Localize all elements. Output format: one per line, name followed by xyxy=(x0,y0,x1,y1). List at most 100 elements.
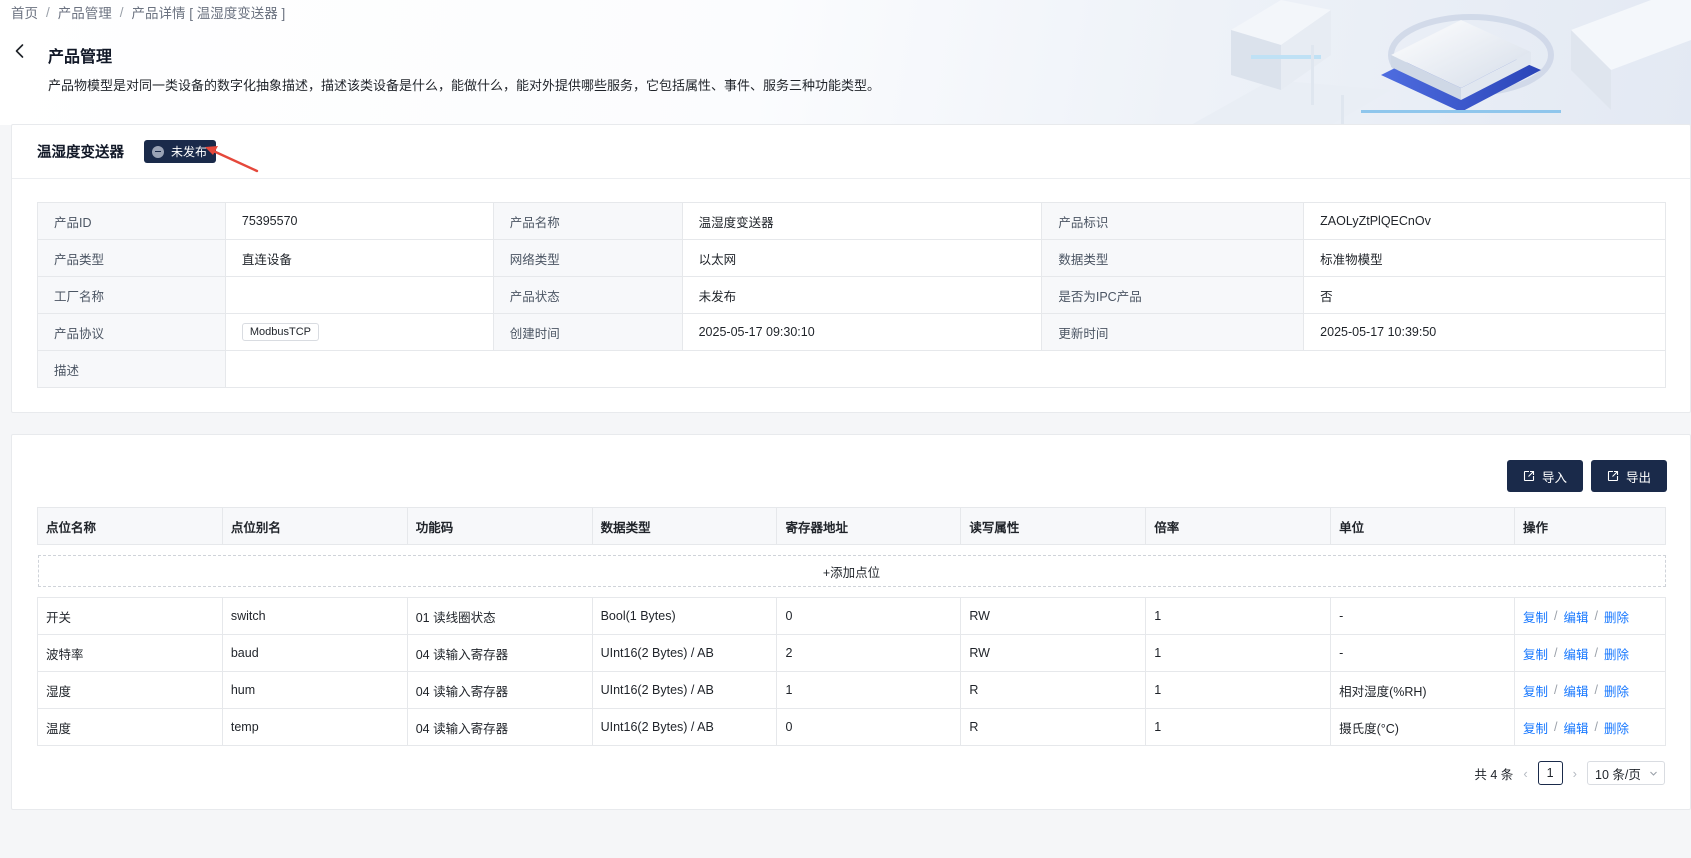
field-label: 产品协议 xyxy=(37,313,226,351)
table-cell: Bool(1 Bytes) xyxy=(591,597,778,635)
field-label: 数据类型 xyxy=(1041,239,1305,277)
protocol-cell: ModbusTCP xyxy=(224,313,494,351)
export-button[interactable]: 导出 xyxy=(1591,460,1667,492)
table-cell: 01 读线圈状态 xyxy=(406,597,593,635)
product-id-value: 75395570 xyxy=(224,202,494,240)
table-cell: switch xyxy=(221,597,408,635)
column-header: 操作 xyxy=(1513,507,1667,545)
action-separator: / xyxy=(1594,609,1598,623)
table-row: 开关 switch 01 读线圈状态 Bool(1 Bytes) 0 RW 1 … xyxy=(37,597,1667,635)
breadcrumb-product-management[interactable]: 产品管理 xyxy=(58,2,112,22)
breadcrumb-separator: / xyxy=(119,4,124,20)
edit-link[interactable]: 编辑 xyxy=(1563,718,1588,737)
external-link-icon xyxy=(1523,470,1535,482)
export-button-label: 导出 xyxy=(1625,470,1651,485)
table-cell: baud xyxy=(221,634,408,672)
column-header: 单位 xyxy=(1330,507,1515,545)
product-info-card: 温湿度变送器 未发布 产品ID 75395570 产品名称 温湿度变送器 产品标… xyxy=(11,124,1691,413)
copy-link[interactable]: 复制 xyxy=(1523,644,1548,663)
table-cell: 1 xyxy=(1145,597,1332,635)
row-actions: 复制 / 编辑 / 删除 xyxy=(1513,708,1667,746)
product-name-title: 温湿度变送器 xyxy=(37,145,124,161)
table-cell: 04 读输入寄存器 xyxy=(406,671,593,709)
table-cell: 04 读输入寄存器 xyxy=(406,708,593,746)
field-label: 是否为IPC产品 xyxy=(1041,276,1305,314)
table-cell: 0 xyxy=(776,708,962,746)
network-type-value: 以太网 xyxy=(681,239,1043,277)
product-state-value: 未发布 xyxy=(681,276,1043,314)
field-label: 产品类型 xyxy=(37,239,226,277)
product-type-value: 直连设备 xyxy=(224,239,494,277)
column-header: 倍率 xyxy=(1145,507,1332,545)
field-label: 更新时间 xyxy=(1041,313,1305,351)
column-header: 点位名称 xyxy=(37,507,223,545)
delete-link[interactable]: 删除 xyxy=(1604,607,1629,626)
action-separator: / xyxy=(1553,683,1558,697)
table-cell: 开关 xyxy=(37,597,223,635)
next-page-icon[interactable]: › xyxy=(1573,766,1577,781)
field-label: 产品标识 xyxy=(1041,202,1305,240)
table-cell: hum xyxy=(221,671,408,709)
copy-link[interactable]: 复制 xyxy=(1523,718,1548,737)
delete-link[interactable]: 删除 xyxy=(1604,718,1629,737)
table-row: 波特率 baud 04 读输入寄存器 UInt16(2 Bytes) / AB … xyxy=(37,634,1667,672)
points-table: 点位名称 点位别名 功能码 数据类型 寄存器地址 读写属性 倍率 单位 操作 +… xyxy=(37,507,1667,746)
row-actions: 复制 / 编辑 / 删除 xyxy=(1513,634,1667,672)
prev-page-icon[interactable]: ‹ xyxy=(1523,766,1527,781)
table-cell: - xyxy=(1330,634,1515,672)
status-badge-label: 未发布 xyxy=(171,145,208,159)
table-cell: RW xyxy=(960,597,1147,635)
field-label: 描述 xyxy=(37,350,226,388)
action-separator: / xyxy=(1553,646,1558,660)
external-link-icon xyxy=(1607,470,1619,482)
page-number-button[interactable]: 1 xyxy=(1537,761,1563,785)
delete-link[interactable]: 删除 xyxy=(1604,644,1629,663)
add-point-button[interactable]: +添加点位 xyxy=(37,555,1666,587)
table-cell: RW xyxy=(960,634,1147,672)
field-label: 创建时间 xyxy=(492,313,683,351)
copy-link[interactable]: 复制 xyxy=(1523,681,1548,700)
delete-link[interactable]: 删除 xyxy=(1604,681,1629,700)
edit-link[interactable]: 编辑 xyxy=(1563,681,1588,700)
field-label: 网络类型 xyxy=(492,239,683,277)
column-header: 寄存器地址 xyxy=(776,507,962,545)
table-row: 湿度 hum 04 读输入寄存器 UInt16(2 Bytes) / AB 1 … xyxy=(37,671,1667,709)
updated-time-value: 2025-05-17 10:39:50 xyxy=(1303,313,1666,351)
column-header: 数据类型 xyxy=(591,507,778,545)
description-value xyxy=(224,350,1667,388)
edit-link[interactable]: 编辑 xyxy=(1563,607,1588,626)
row-actions: 复制 / 编辑 / 删除 xyxy=(1513,671,1667,709)
product-info-table: 产品ID 75395570 产品名称 温湿度变送器 产品标识 ZAOLyZtPl… xyxy=(37,202,1667,388)
table-cell: 0 xyxy=(776,597,962,635)
chevron-down-icon xyxy=(1650,771,1657,776)
pagination-total: 共 4 条 xyxy=(1474,767,1514,782)
back-arrow-icon[interactable] xyxy=(11,42,29,60)
column-header: 功能码 xyxy=(406,507,593,545)
page-size-select[interactable]: 10 条/页 xyxy=(1587,761,1665,785)
table-cell: R xyxy=(960,708,1147,746)
import-button[interactable]: 导入 xyxy=(1507,460,1583,492)
breadcrumb-home[interactable]: 首页 xyxy=(11,2,38,22)
table-cell: UInt16(2 Bytes) / AB xyxy=(591,708,778,746)
ipc-value: 否 xyxy=(1303,276,1666,314)
breadcrumb-separator: / xyxy=(46,4,50,20)
copy-link[interactable]: 复制 xyxy=(1523,607,1548,626)
banner-illustration xyxy=(1191,0,1691,125)
table-cell: - xyxy=(1330,597,1515,635)
table-row: 温度 temp 04 读输入寄存器 UInt16(2 Bytes) / AB 0… xyxy=(37,708,1667,746)
page-title: 产品管理 xyxy=(48,49,113,66)
table-header-row: 点位名称 点位别名 功能码 数据类型 寄存器地址 读写属性 倍率 单位 操作 xyxy=(37,507,1667,545)
column-header: 读写属性 xyxy=(960,507,1147,545)
header-banner: 首页 / 产品管理 / 产品详情 [ 温湿度变送器 ] 产品管理 产品物模型是对… xyxy=(0,0,1691,125)
field-label: 产品ID xyxy=(37,202,226,240)
field-label: 产品状态 xyxy=(492,276,683,314)
table-cell: 摄氏度(°C) xyxy=(1330,708,1515,746)
created-time-value: 2025-05-17 09:30:10 xyxy=(681,313,1043,351)
table-cell: temp xyxy=(221,708,408,746)
table-cell: 1 xyxy=(1145,708,1332,746)
page-size-value: 10 条/页 xyxy=(1595,767,1641,782)
edit-link[interactable]: 编辑 xyxy=(1563,644,1588,663)
add-point-cell: +添加点位 xyxy=(37,544,1666,598)
import-button-label: 导入 xyxy=(1541,470,1567,485)
product-name-value: 温湿度变送器 xyxy=(681,202,1043,240)
